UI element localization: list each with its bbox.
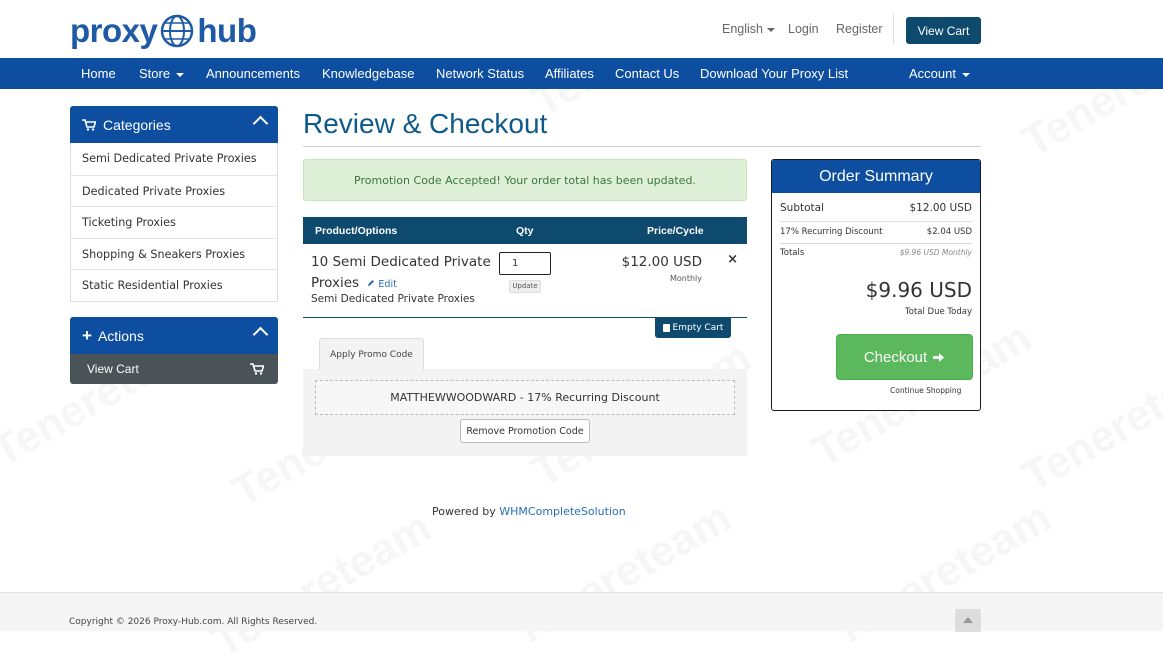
nav-account[interactable]: Account (909, 58, 970, 89)
total-due: $9.96 USD (865, 278, 972, 302)
logo-text-hub: hub (197, 12, 257, 49)
product-group: Semi Dedicated Private Proxies (311, 293, 475, 305)
col-price: Price/Cycle (647, 225, 704, 237)
success-alert: Promotion Code Accepted! Your order tota… (303, 159, 747, 201)
remove-promo-button[interactable]: Remove Promotion Code (460, 419, 590, 443)
categories-panel-header[interactable]: Categories (70, 106, 278, 143)
product-name-wrap: 10 Semi Dedicated Private Proxies Edit (311, 252, 491, 295)
header: proxy hub English Login Register View Ca… (0, 0, 1163, 58)
register-link[interactable]: Register (836, 22, 883, 36)
order-summary-title: Order Summary (772, 160, 980, 193)
nav-announcements[interactable]: Announcements (206, 58, 300, 89)
col-qty: Qty (516, 225, 534, 237)
cart-table-header: Product/Options Qty Price/Cycle (303, 217, 747, 244)
totals-value: $9.96 USD Monthly (899, 248, 972, 257)
sidebar-item-semi-dedicated[interactable]: Semi Dedicated Private Proxies (71, 143, 277, 175)
nav-download-proxy-list[interactable]: Download Your Proxy List (700, 58, 848, 89)
categories-list: Semi Dedicated Private Proxies Dedicated… (70, 143, 278, 302)
item-price: $12.00 USD (621, 254, 702, 270)
edit-label: Edit (378, 279, 397, 290)
nav-affiliates[interactable]: Affiliates (545, 58, 594, 89)
chevron-up-icon[interactable] (252, 115, 269, 132)
remove-item-icon[interactable]: × (727, 252, 738, 267)
watermark: Tenereteam (1014, 337, 1163, 502)
checkout-label: Checkout (863, 348, 928, 366)
totals-label: Totals (780, 248, 805, 258)
sidebar-item-static-residential[interactable]: Static Residential Proxies (71, 269, 277, 301)
quantity-input[interactable]: 1 (499, 252, 551, 275)
billing-cycle: Monthly (669, 274, 702, 283)
col-product: Product/Options (315, 225, 398, 237)
view-cart-button[interactable]: View Cart (906, 17, 981, 44)
logo-text-proxy: proxy (70, 12, 158, 49)
update-button[interactable]: Update (509, 280, 541, 293)
tab-apply-promo-code[interactable]: Apply Promo Code (319, 338, 424, 370)
empty-cart-label: Empty Cart (672, 323, 724, 333)
cart-icon (250, 363, 264, 375)
categories-title: Categories (103, 116, 171, 133)
nav-network-status[interactable]: Network Status (436, 58, 524, 89)
sidebar-item-shopping-sneakers[interactable]: Shopping & Sneakers Proxies (71, 237, 277, 270)
watermark: Tenereteam (204, 502, 440, 667)
subtotal-row: Subtotal $12.00 USD (780, 202, 972, 214)
subtotal-value: $12.00 USD (909, 202, 972, 214)
table-row: 10 Semi Dedicated Private Proxies Edit S… (303, 244, 747, 318)
globe-icon (161, 14, 194, 48)
powered-by: Powered by WHMCompleteSolution (432, 505, 626, 518)
empty-cart-button[interactable]: Empty Cart (655, 318, 731, 338)
checkout-button[interactable]: Checkout (836, 334, 973, 380)
main-nav: Home Store Announcements Knowledgebase N… (0, 58, 1163, 89)
language-selector[interactable]: English (722, 22, 775, 36)
total-due-label: Total Due Today (905, 307, 972, 317)
watermark: Tenereteam (824, 492, 1060, 657)
copyright: Copyright © 2026 Proxy-Hub.com. All Righ… (69, 617, 318, 627)
chevron-down-icon (767, 27, 775, 32)
actions-title: Actions (97, 327, 144, 344)
powered-prefix: Powered by (432, 505, 500, 518)
plus-icon: + (82, 326, 92, 345)
nav-store[interactable]: Store (139, 58, 185, 89)
trash-icon (662, 324, 670, 332)
nav-store-label: Store (139, 66, 171, 81)
divider (893, 14, 894, 44)
product-name: 10 Semi Dedicated Private Proxies (311, 254, 491, 291)
sidebar-action-view-cart[interactable]: View Cart (70, 354, 278, 384)
discount-row: 17% Recurring Discount $2.04 USD (780, 227, 972, 237)
chevron-up-icon (963, 617, 973, 623)
whmcs-link[interactable]: WHMCompleteSolution (499, 505, 625, 518)
site-logo[interactable]: proxy hub (70, 12, 257, 50)
totals-row: Totals $9.96 USD Monthly (780, 248, 972, 258)
discount-value: $2.04 USD (926, 227, 972, 237)
actions-panel-header[interactable]: + Actions (70, 317, 278, 354)
nav-home[interactable]: Home (81, 58, 116, 89)
continue-shopping-link[interactable]: Continue Shopping (890, 386, 961, 395)
subtotal-label: Subtotal (780, 202, 824, 214)
nav-contact-us[interactable]: Contact Us (615, 58, 679, 89)
nav-knowledgebase[interactable]: Knowledgebase (322, 58, 415, 89)
page-title: Review & Checkout (303, 108, 548, 139)
back-to-top-button[interactable] (955, 609, 981, 632)
nav-account-label: Account (909, 66, 956, 81)
discount-label: 17% Recurring Discount (780, 227, 883, 237)
chevron-down-icon (176, 72, 185, 77)
chevron-up-icon[interactable] (252, 326, 269, 343)
sidebar-action-label: View Cart (87, 362, 139, 376)
applied-promo-code: MATTHEWWOODWARD - 17% Recurring Discount (315, 380, 735, 415)
divider (780, 243, 972, 244)
arrow-right-icon (933, 352, 945, 362)
divider (303, 146, 981, 147)
sidebar-item-ticketing[interactable]: Ticketing Proxies (71, 206, 277, 238)
divider (780, 221, 972, 222)
language-label: English (722, 22, 763, 36)
sidebar-item-dedicated[interactable]: Dedicated Private Proxies (71, 174, 277, 207)
cart-icon (82, 118, 96, 131)
pencil-icon (368, 280, 375, 286)
login-link[interactable]: Login (788, 22, 819, 36)
footer: Copyright © 2026 Proxy-Hub.com. All Righ… (0, 592, 1163, 632)
order-summary: Order Summary Subtotal $12.00 USD 17% Re… (771, 159, 981, 411)
chevron-down-icon (961, 72, 970, 77)
edit-link[interactable]: Edit (367, 279, 397, 290)
